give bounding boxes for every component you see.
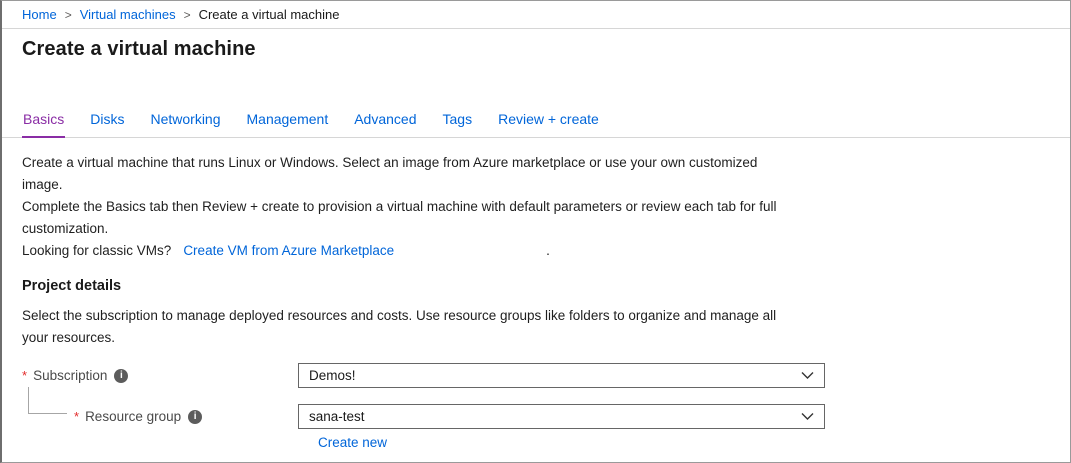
breadcrumb-separator: > [184, 8, 191, 22]
project-details-desc-line: Select the subscription to manage deploy… [22, 305, 1050, 327]
info-icon[interactable]: i [114, 369, 128, 383]
tab-review-create[interactable]: Review + create [497, 111, 600, 137]
project-details-form: * Subscription i Demos! * Resource group… [22, 363, 1070, 452]
project-details-desc-line: your resources. [22, 327, 1050, 349]
project-details-description: Select the subscription to manage deploy… [22, 305, 1050, 349]
classic-vms-line: Looking for classic VMs? Create VM from A… [22, 240, 1050, 262]
resource-group-label: Resource group [85, 409, 181, 424]
intro-text: Create a virtual machine that runs Linux… [22, 152, 1050, 262]
classic-vms-label: Looking for classic VMs? [22, 243, 171, 258]
subscription-label-group: * Subscription i [22, 368, 298, 383]
hierarchy-connector-line [28, 387, 67, 414]
intro-line: Create a virtual machine that runs Linux… [22, 152, 1050, 174]
info-icon[interactable]: i [188, 410, 202, 424]
create-new-row: Create new [318, 434, 1070, 452]
breadcrumb: Home > Virtual machines > Create a virtu… [2, 1, 1070, 29]
create-new-link[interactable]: Create new [318, 435, 387, 450]
intro-line: Complete the Basics tab then Review + cr… [22, 196, 1050, 218]
tab-management[interactable]: Management [246, 111, 330, 137]
subscription-row: * Subscription i Demos! [22, 363, 1070, 388]
resource-group-row: * Resource group i sana-test [22, 404, 1070, 429]
intro-line: customization. [22, 218, 1050, 240]
chevron-down-icon [801, 412, 814, 421]
tab-bar: Basics Disks Networking Management Advan… [2, 111, 1070, 138]
subscription-label: Subscription [33, 368, 107, 383]
project-details-heading: Project details [22, 278, 1070, 294]
breadcrumb-current: Create a virtual machine [199, 7, 340, 22]
breadcrumb-virtual-machines[interactable]: Virtual machines [80, 7, 176, 22]
breadcrumb-separator: > [65, 8, 72, 22]
resource-group-control: sana-test [298, 404, 825, 429]
subscription-dropdown[interactable]: Demos! [298, 363, 825, 388]
tab-tags[interactable]: Tags [442, 111, 474, 137]
tab-basics[interactable]: Basics [22, 111, 65, 138]
subscription-dropdown-value: Demos! [309, 368, 801, 383]
trailing-period: . [546, 243, 550, 258]
breadcrumb-home[interactable]: Home [22, 7, 57, 22]
intro-line: image. [22, 174, 1050, 196]
create-vm-marketplace-link[interactable]: Create VM from Azure Marketplace [183, 243, 394, 258]
tab-networking[interactable]: Networking [149, 111, 221, 137]
resource-group-dropdown-value: sana-test [309, 409, 801, 424]
page-title: Create a virtual machine [22, 38, 1070, 61]
chevron-down-icon [801, 371, 814, 380]
resource-group-dropdown[interactable]: sana-test [298, 404, 825, 429]
create-vm-page: Home > Virtual machines > Create a virtu… [0, 0, 1071, 463]
subscription-control: Demos! [298, 363, 825, 388]
tab-advanced[interactable]: Advanced [353, 111, 417, 137]
required-asterisk: * [22, 368, 27, 383]
tab-disks[interactable]: Disks [89, 111, 125, 137]
required-asterisk: * [74, 409, 79, 424]
